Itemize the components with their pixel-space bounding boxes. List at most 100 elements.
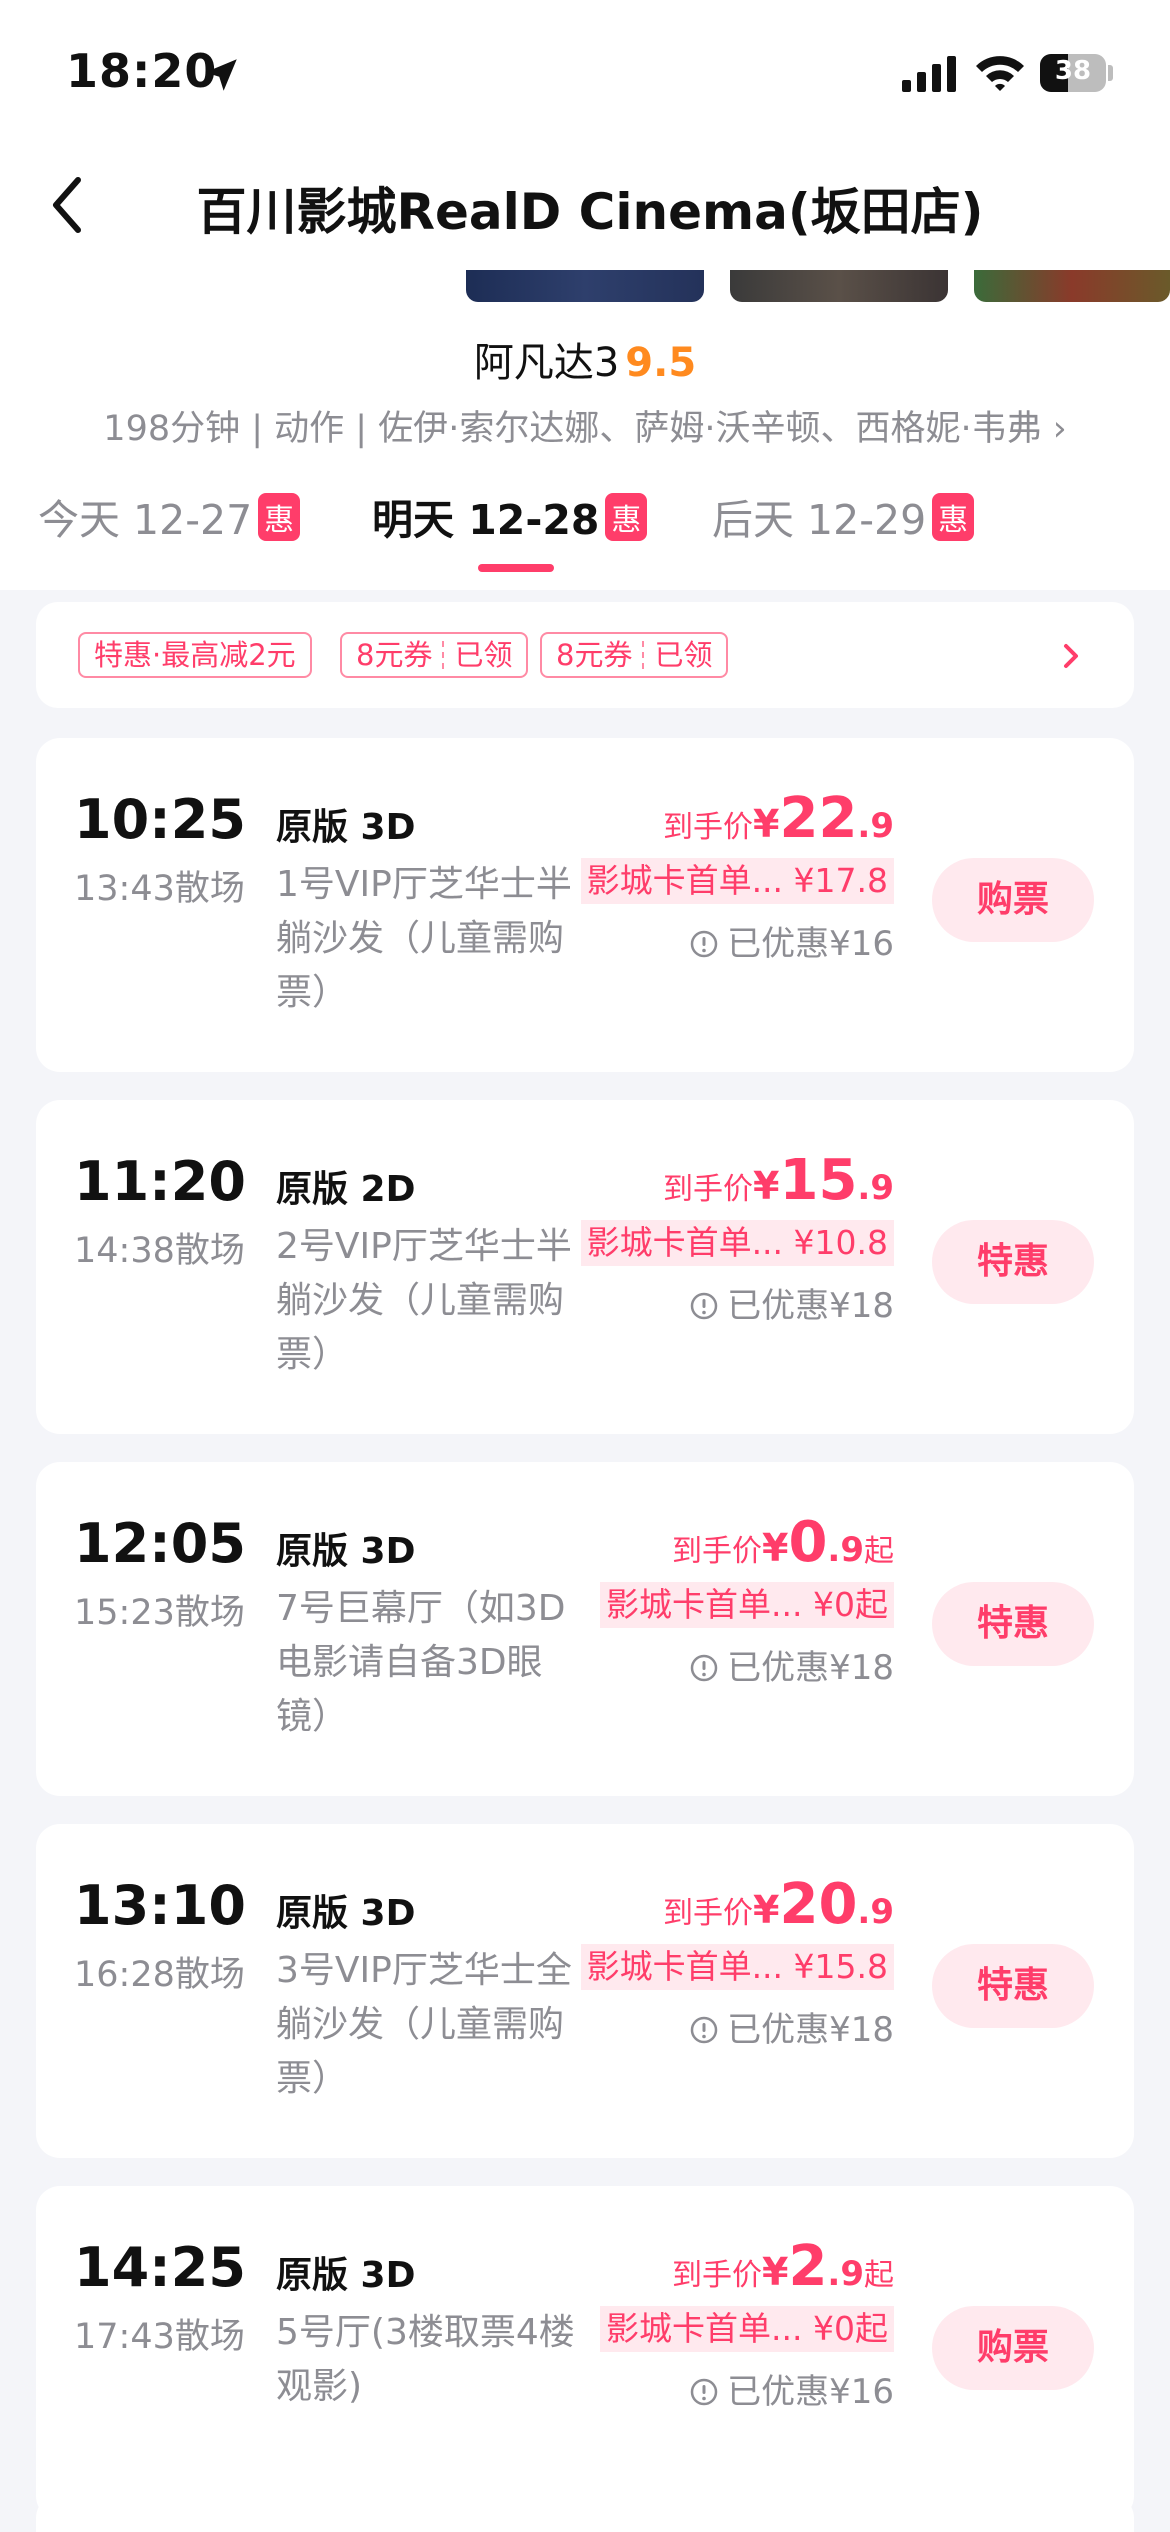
price-label: 到手价 (672, 2258, 762, 2293)
discount-badge: 惠 (932, 493, 975, 541)
info-icon (690, 930, 718, 958)
price-decimal: .9 (827, 2254, 864, 2294)
promo-tag-text: 特惠·最高减2元 (94, 638, 296, 672)
price-decimal: .9 (857, 1892, 894, 1932)
price-main: 0 (788, 1510, 828, 1575)
movie-poster[interactable] (466, 270, 704, 302)
session-price: 到手价¥0.9起 (672, 1510, 894, 1575)
price-decimal: .9 (857, 1168, 894, 1208)
currency-symbol: ¥ (753, 1164, 780, 1208)
price-main: 15 (779, 1148, 858, 1213)
saved-text: 已优惠¥16 (727, 924, 894, 964)
status-time: 18:20 (66, 44, 218, 98)
date-tab-tomorrow[interactable]: 明天 12-28 惠 (372, 486, 648, 546)
price-main: 2 (788, 2234, 828, 2299)
price-main: 20 (779, 1872, 858, 1937)
price-decimal: .9 (827, 1530, 864, 1570)
buy-ticket-button[interactable]: 特惠 (932, 1944, 1094, 2028)
coupon-tag: 8元券 已领 (540, 632, 729, 678)
price-label: 到手价 (663, 1896, 754, 1931)
session-card[interactable]: 11:20 14:38散场 原版 2D 2号VIP厅芝华士半躺沙发（儿童需购票） 到手价… (36, 1100, 1134, 1434)
buy-ticket-button[interactable]: 特惠 (932, 1220, 1094, 1304)
session-format: 原版 2D (276, 1169, 416, 1210)
price-suffix: 起 (864, 2258, 894, 2293)
session-hall: 5号厅(3楼取票4楼观影) (276, 2312, 575, 2407)
session-hall: 7号巨幕厅（如3D电影请自备3D眼镜） (276, 1588, 566, 1737)
currency-symbol: ¥ (762, 1526, 789, 1570)
price-label: 到手价 (663, 1172, 754, 1207)
currency-symbol: ¥ (753, 1888, 780, 1932)
cinema-card-price: 影城卡首单... ¥0起 (600, 2306, 894, 2352)
saved-text: 已优惠¥18 (727, 1286, 894, 1326)
date-tab-day-after[interactable]: 后天 12-29 惠 (712, 486, 975, 546)
movie-score: 9.5 (625, 340, 697, 386)
price-label: 到手价 (663, 810, 754, 845)
battery-icon: 38 (1040, 54, 1106, 92)
session-card[interactable]: 13:10 16:28散场 原版 3D 3号VIP厅芝华士全躺沙发（儿童需购票） 到手价… (36, 1824, 1134, 2158)
price-suffix: 起 (864, 1534, 894, 1569)
promo-tag: 特惠·最高减2元 (78, 632, 312, 678)
date-tab-label: 今天 12-27 (38, 496, 253, 544)
info-icon (690, 1292, 718, 1320)
buy-ticket-button[interactable]: 购票 (932, 2306, 1094, 2390)
movie-poster[interactable] (730, 270, 948, 302)
movie-meta[interactable]: 198分钟 | 动作 | 佐伊·索尔达娜、萨姆·沃辛顿、西格妮·韦弗 › (0, 400, 1170, 451)
date-tab-today[interactable]: 今天 12-27 惠 (38, 486, 301, 546)
active-tab-indicator (478, 564, 554, 572)
session-card[interactable]: 12:05 15:23散场 原版 3D 7号巨幕厅（如3D电影请自备3D眼镜） 到手价¥… (36, 1462, 1134, 1796)
session-end-time: 16:28散场 (74, 1955, 245, 1995)
saved-amount: 已优惠¥18 (689, 1278, 894, 1327)
session-start-time: 10:25 (74, 788, 246, 851)
promo-bar[interactable]: 特惠·最高减2元 8元券 已领 8元券 已领 (36, 602, 1134, 708)
date-tab-label: 明天 12-28 (372, 496, 600, 544)
cinema-card-price: 影城卡首单... ¥0起 (600, 1582, 894, 1628)
session-card[interactable] (36, 2494, 1134, 2532)
session-price: 到手价¥15.9 (663, 1148, 894, 1213)
coupon-tag: 8元券 已领 (340, 632, 529, 678)
info-icon (690, 1654, 718, 1682)
cinema-card-price: 影城卡首单... ¥10.8 (580, 1220, 894, 1266)
location-arrow-icon (205, 59, 237, 91)
cellular-signal-icon (902, 56, 956, 92)
buy-ticket-button[interactable]: 特惠 (932, 1582, 1094, 1666)
session-start-time: 13:10 (74, 1874, 246, 1937)
battery-cap (1108, 65, 1113, 81)
saved-text: 已优惠¥18 (727, 2010, 894, 2050)
session-end-time: 15:23散场 (74, 1593, 245, 1633)
back-arrow-icon[interactable] (44, 170, 94, 240)
coupon-status: 已领 (454, 638, 513, 672)
session-card[interactable]: 14:25 17:43散场 原版 3D 5号厅(3楼取票4楼观影) 到手价¥2.9起影城… (36, 2186, 1134, 2520)
date-tab-label: 后天 12-29 (712, 496, 927, 544)
price-decimal: .9 (857, 806, 894, 846)
wifi-icon (976, 56, 1024, 91)
coupon-amount: 8元券 (356, 638, 433, 672)
movie-poster[interactable] (974, 270, 1170, 302)
chevron-right-icon[interactable] (1056, 638, 1086, 674)
info-icon (690, 2016, 718, 2044)
session-card[interactable]: 10:25 13:43散场 原版 3D 1号VIP厅芝华士半躺沙发（儿童需购票） 到手价… (36, 738, 1134, 1072)
session-format: 原版 3D (276, 2255, 416, 2296)
movie-name: 阿凡达3 (473, 340, 620, 386)
cinema-card-price: 影城卡首单... ¥17.8 (580, 858, 894, 904)
session-end-time: 13:43散场 (74, 869, 245, 909)
price-main: 22 (779, 786, 858, 851)
session-end-time: 17:43散场 (74, 2317, 245, 2357)
saved-amount: 已优惠¥18 (689, 1640, 894, 1689)
session-start-time: 14:25 (74, 2236, 246, 2299)
currency-symbol: ¥ (753, 802, 780, 846)
buy-ticket-button[interactable]: 购票 (932, 858, 1094, 942)
saved-amount: 已优惠¥16 (689, 916, 894, 965)
session-format: 原版 3D (276, 1893, 416, 1934)
saved-amount: 已优惠¥18 (689, 2002, 894, 2051)
coupon-status: 已领 (654, 638, 713, 672)
session-price: 到手价¥2.9起 (672, 2234, 894, 2299)
coupon-amount: 8元券 (556, 638, 633, 672)
session-hall: 2号VIP厅芝华士半躺沙发（儿童需购票） (276, 1226, 572, 1375)
saved-text: 已优惠¥16 (727, 2372, 894, 2412)
session-start-time: 11:20 (74, 1150, 246, 1213)
status-bar: 18:20 38 (0, 0, 1170, 150)
session-hall: 3号VIP厅芝华士全躺沙发（儿童需购票） (276, 1950, 572, 2099)
cinema-card-price: 影城卡首单... ¥15.8 (580, 1944, 894, 1990)
session-price: 到手价¥22.9 (663, 786, 894, 851)
page-title: 百川影城RealD Cinema(坂田店) (196, 183, 984, 241)
